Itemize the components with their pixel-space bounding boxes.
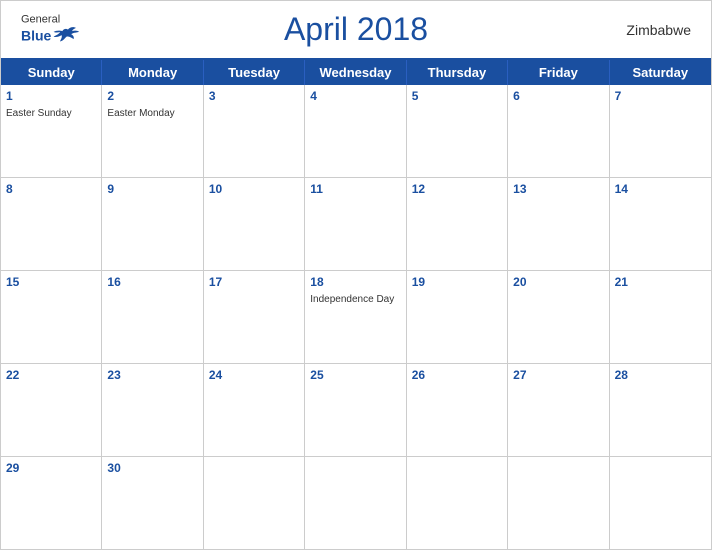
day-cell: 30: [102, 457, 203, 549]
day-cell: [407, 457, 508, 549]
day-number: 1: [6, 88, 96, 105]
day-cell: 12: [407, 178, 508, 270]
day-number: 3: [209, 88, 299, 105]
day-number: 25: [310, 367, 400, 384]
day-cell: 25: [305, 364, 406, 456]
day-number: 17: [209, 274, 299, 291]
day-number: 6: [513, 88, 603, 105]
day-cell: 24: [204, 364, 305, 456]
logo-bird-icon: [51, 25, 81, 45]
day-number: 8: [6, 181, 96, 198]
day-cell: 27: [508, 364, 609, 456]
day-number: 21: [615, 274, 706, 291]
day-number: 4: [310, 88, 400, 105]
day-number: 30: [107, 460, 197, 477]
day-header-tuesday: Tuesday: [204, 60, 305, 85]
week-row-5: 29 30: [1, 457, 711, 549]
day-event: Independence Day: [310, 293, 400, 306]
day-cell: 26: [407, 364, 508, 456]
day-number: 28: [615, 367, 706, 384]
day-number: 29: [6, 460, 96, 477]
day-cell: 13: [508, 178, 609, 270]
day-number: 7: [615, 88, 706, 105]
day-number: 11: [310, 181, 400, 198]
day-number: 16: [107, 274, 197, 291]
day-number: 27: [513, 367, 603, 384]
day-cell: 21: [610, 271, 711, 363]
day-cell: [610, 457, 711, 549]
day-header-wednesday: Wednesday: [305, 60, 406, 85]
day-headers: SundayMondayTuesdayWednesdayThursdayFrid…: [1, 60, 711, 85]
day-cell: 28: [610, 364, 711, 456]
logo-blue: Blue: [21, 28, 51, 42]
day-header-thursday: Thursday: [407, 60, 508, 85]
day-cell: 10: [204, 178, 305, 270]
day-cell: 5: [407, 85, 508, 177]
day-number: 13: [513, 181, 603, 198]
day-cell: [204, 457, 305, 549]
logo: General Blue: [21, 14, 81, 45]
day-number: 14: [615, 181, 706, 198]
day-header-friday: Friday: [508, 60, 609, 85]
day-cell: 9: [102, 178, 203, 270]
month-title: April 2018: [284, 11, 428, 48]
calendar-container: General Blue April 2018 Zimbabwe SundayM…: [0, 0, 712, 550]
day-cell: 3: [204, 85, 305, 177]
week-row-2: 89 10 11 12 13 14: [1, 178, 711, 271]
day-cell: 7: [610, 85, 711, 177]
day-cell: 4: [305, 85, 406, 177]
day-number: 2: [107, 88, 197, 105]
calendar-grid: SundayMondayTuesdayWednesdayThursdayFrid…: [1, 58, 711, 549]
day-cell: 22: [1, 364, 102, 456]
day-cell: 8: [1, 178, 102, 270]
day-cell: [508, 457, 609, 549]
day-cell: 18 Independence Day: [305, 271, 406, 363]
day-number: 9: [107, 181, 197, 198]
day-event: Easter Monday: [107, 107, 197, 120]
day-number: 10: [209, 181, 299, 198]
day-number: 12: [412, 181, 502, 198]
day-event: Easter Sunday: [6, 107, 96, 120]
calendar-header: General Blue April 2018 Zimbabwe: [1, 1, 711, 58]
day-number: 23: [107, 367, 197, 384]
day-cell: [305, 457, 406, 549]
day-cell: 19: [407, 271, 508, 363]
day-cell: 29: [1, 457, 102, 549]
day-cell: 23: [102, 364, 203, 456]
day-cell: 14: [610, 178, 711, 270]
week-row-4: 22 23 24 25 26 27 28: [1, 364, 711, 457]
day-cell: 2 Easter Monday: [102, 85, 203, 177]
day-cell: 1 Easter Sunday: [1, 85, 102, 177]
day-number: 19: [412, 274, 502, 291]
week-row-1: 1 Easter Sunday 2 Easter Monday 34567: [1, 85, 711, 178]
day-header-monday: Monday: [102, 60, 203, 85]
weeks: 1 Easter Sunday 2 Easter Monday 34567 89 10 11 1…: [1, 85, 711, 549]
day-number: 24: [209, 367, 299, 384]
day-number: 18: [310, 274, 400, 291]
day-cell: 16: [102, 271, 203, 363]
logo-general: General: [21, 14, 60, 25]
day-cell: 6: [508, 85, 609, 177]
day-cell: 15: [1, 271, 102, 363]
day-number: 26: [412, 367, 502, 384]
day-header-sunday: Sunday: [1, 60, 102, 85]
day-number: 22: [6, 367, 96, 384]
week-row-3: 15 16 17 18 Independence Day 19 20 21: [1, 271, 711, 364]
day-number: 5: [412, 88, 502, 105]
day-cell: 17: [204, 271, 305, 363]
day-cell: 11: [305, 178, 406, 270]
country-label: Zimbabwe: [626, 22, 691, 38]
day-header-saturday: Saturday: [610, 60, 711, 85]
day-cell: 20: [508, 271, 609, 363]
day-number: 20: [513, 274, 603, 291]
day-number: 15: [6, 274, 96, 291]
